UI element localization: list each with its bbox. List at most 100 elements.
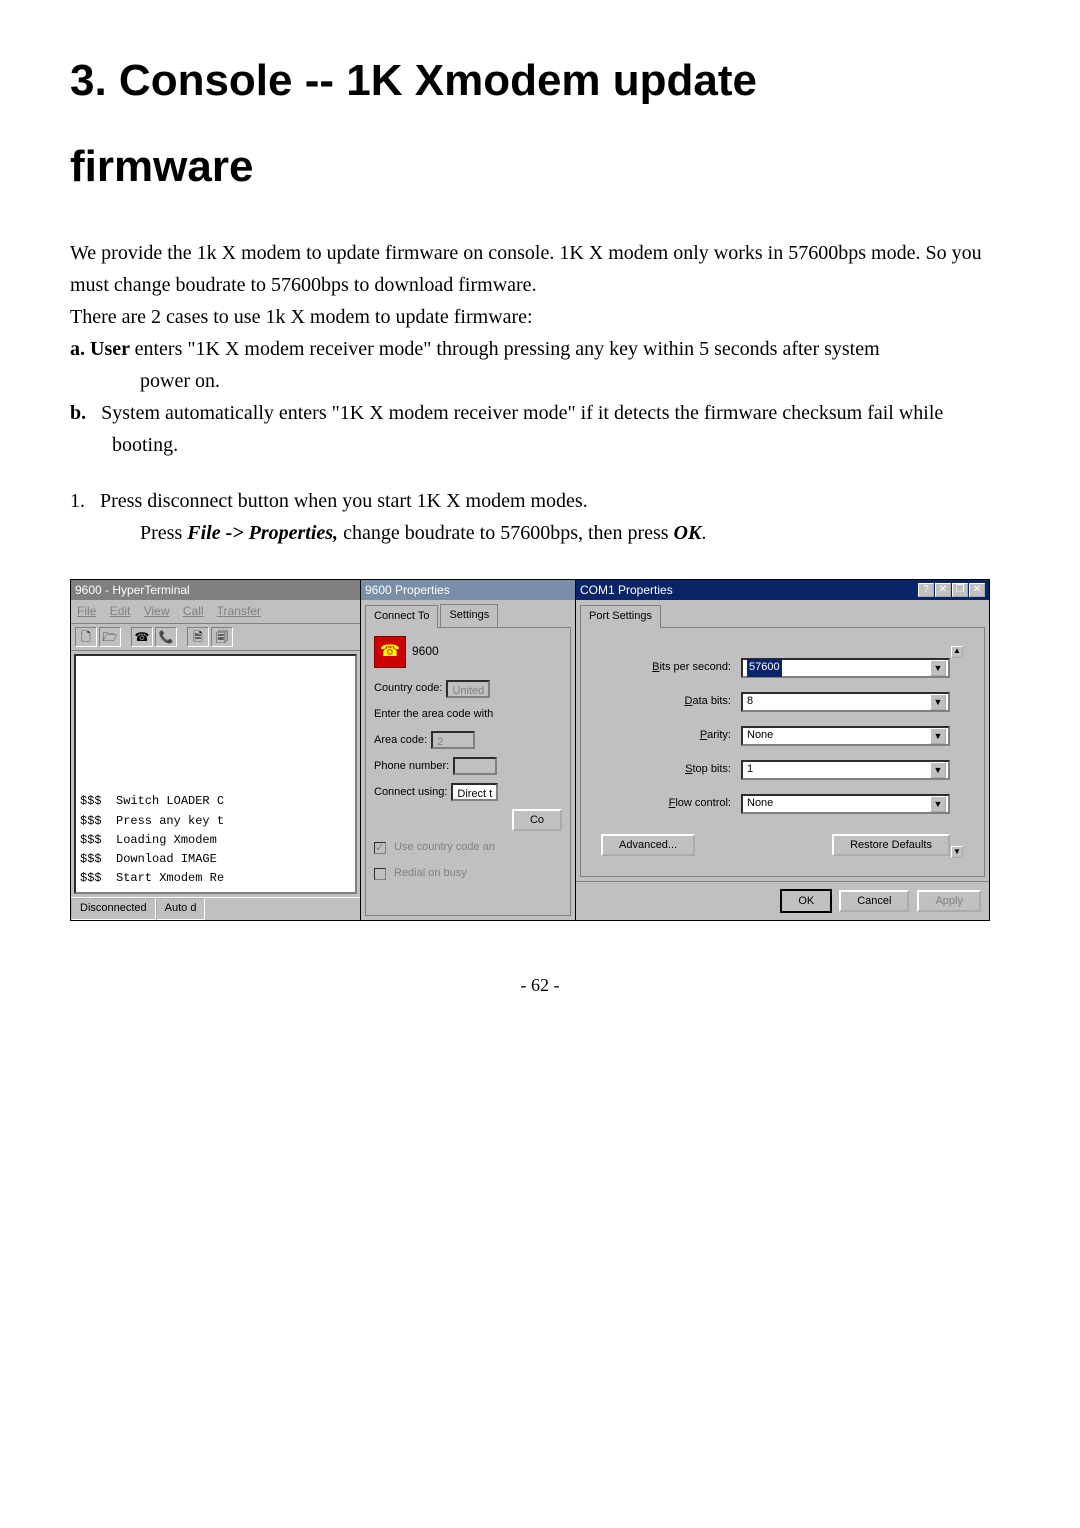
hyper-menubar[interactable]: File Edit View Call Transfer bbox=[71, 600, 360, 624]
use-country-checkbox bbox=[374, 842, 386, 854]
cancel-button[interactable]: Cancel bbox=[839, 890, 909, 912]
redial-label: Redial on busy bbox=[394, 865, 467, 883]
databits-value: 8 bbox=[747, 693, 753, 711]
bits-label: Bits per second: bbox=[601, 659, 731, 677]
title-line1: 3. Console -- 1K Xmodem update bbox=[70, 56, 757, 105]
configure-button[interactable]: Co bbox=[512, 809, 562, 831]
step-1-body: Press disconnect button when you start 1… bbox=[100, 490, 588, 512]
intro-paragraph-2: There are 2 cases to use 1k X modem to u… bbox=[70, 301, 1010, 333]
area-field: 2 bbox=[431, 731, 475, 749]
tb-disconnect[interactable]: 📞 bbox=[155, 627, 177, 647]
enter-area-text: Enter the area code with bbox=[374, 706, 493, 724]
step-1-follow-end: . bbox=[701, 522, 706, 544]
step-1-follow-post: change boudrate to 57600bps, then press bbox=[338, 522, 673, 544]
databits-select[interactable]: 8 ▼ bbox=[741, 692, 950, 712]
tb-open[interactable]: 🗁 bbox=[99, 627, 121, 647]
flow-value: None bbox=[747, 795, 773, 813]
properties-window: 9600 Properties Connect To Settings ☎ 96… bbox=[361, 580, 576, 920]
connect-using-label: Connect using: bbox=[374, 784, 447, 802]
close-icon[interactable]: ✕ bbox=[935, 583, 951, 597]
tb-new[interactable]: 🗋 bbox=[75, 627, 97, 647]
scroll-down-icon[interactable]: ▼ bbox=[951, 846, 963, 858]
step-1-follow-pre: Press bbox=[140, 522, 187, 544]
bits-select[interactable]: 57600 ▼ bbox=[741, 658, 950, 678]
step-1-follow-ok: OK bbox=[674, 522, 702, 544]
term-line-1: $$$ Press any key t bbox=[80, 812, 351, 831]
step-1-prefix: 1. bbox=[70, 490, 85, 512]
status-left: Disconnected bbox=[71, 898, 156, 920]
redial-checkbox bbox=[374, 868, 386, 880]
menu-edit[interactable]: Edit bbox=[110, 604, 131, 618]
advanced-button[interactable]: Advanced... bbox=[601, 834, 695, 856]
chevron-down-icon[interactable]: ▼ bbox=[930, 796, 946, 812]
hyper-titlebar: 9600 - HyperTerminal bbox=[71, 580, 360, 600]
scrollbar[interactable]: ▲ ▼ bbox=[950, 644, 964, 860]
area-label: Area code: bbox=[374, 732, 427, 750]
term-line-5: $$$ Start Xmodem Re bbox=[80, 869, 351, 888]
chevron-down-icon[interactable]: ▼ bbox=[930, 762, 946, 778]
hyperterminal-window: 9600 - HyperTerminal File Edit View Call… bbox=[71, 580, 361, 920]
databits-label: Data bits: bbox=[601, 693, 731, 711]
phone-label: Phone number: bbox=[374, 758, 449, 776]
connect-using-field[interactable]: Direct t bbox=[451, 783, 498, 801]
tb-receive[interactable]: 🗐 bbox=[211, 627, 233, 647]
parity-select[interactable]: None ▼ bbox=[741, 726, 950, 746]
chevron-down-icon[interactable]: ▼ bbox=[930, 728, 946, 744]
parity-label: Parity: bbox=[601, 727, 731, 745]
hyper-statusbar: Disconnected Auto d bbox=[71, 897, 360, 920]
term-line-0: $$$ Switch LOADER C bbox=[80, 792, 351, 811]
item-b-body: System automatically enters "1K X modem … bbox=[101, 402, 943, 456]
apply-button: Apply bbox=[917, 890, 981, 912]
com-titlebar: COM1 Properties ? ✕ ❐ ✕ bbox=[576, 580, 989, 600]
scroll-up-icon[interactable]: ▲ bbox=[951, 646, 963, 658]
restore-defaults-button[interactable]: Restore Defaults bbox=[832, 834, 950, 856]
tab-settings[interactable]: Settings bbox=[440, 604, 498, 627]
term-line-4: $$$ Download IMAGE bbox=[80, 850, 351, 869]
menu-view[interactable]: View bbox=[144, 604, 170, 618]
ok-button[interactable]: OK bbox=[781, 890, 831, 912]
tb-send[interactable]: 🗎 bbox=[187, 627, 209, 647]
term-line-2: $$$ Loading Xmodem bbox=[80, 831, 351, 850]
stopbits-label: Stop bits: bbox=[601, 761, 731, 779]
intro-paragraph-1: We provide the 1k X modem to update firm… bbox=[70, 237, 1010, 301]
stopbits-value: 1 bbox=[747, 761, 753, 779]
flow-select[interactable]: None ▼ bbox=[741, 794, 950, 814]
stopbits-select[interactable]: 1 ▼ bbox=[741, 760, 950, 780]
restore-icon[interactable]: ❐ bbox=[952, 583, 968, 597]
country-field: United bbox=[446, 680, 490, 698]
flow-label: Flow control: bbox=[601, 795, 731, 813]
com1-properties-window: COM1 Properties ? ✕ ❐ ✕ Port Settings Bi… bbox=[576, 580, 989, 920]
hyper-toolbar: 🗋 🗁 ☎ 📞 🗎 🗐 bbox=[71, 624, 360, 651]
chevron-down-icon[interactable]: ▼ bbox=[930, 660, 946, 676]
step-1-follow-em: File -> Properties, bbox=[187, 522, 338, 544]
hyper-title-text: 9600 - HyperTerminal bbox=[75, 581, 190, 600]
tb-call[interactable]: ☎ bbox=[131, 627, 153, 647]
parity-value: None bbox=[747, 727, 773, 745]
item-b-prefix: b. bbox=[70, 402, 86, 424]
use-country-label: Use country code an bbox=[394, 839, 495, 857]
country-label: Country code: bbox=[374, 680, 442, 698]
com-title-text: COM1 Properties bbox=[580, 581, 673, 600]
props-titlebar: 9600 Properties bbox=[361, 580, 575, 600]
props-title-text: 9600 Properties bbox=[365, 581, 450, 600]
chevron-down-icon[interactable]: ▼ bbox=[930, 694, 946, 710]
connection-icon: ☎ bbox=[374, 636, 406, 668]
terminal-area: $$$ Switch LOADER C $$$ Press any key t … bbox=[74, 654, 357, 894]
phone-field bbox=[453, 757, 497, 775]
help-icon[interactable]: ? bbox=[918, 583, 934, 597]
screenshot: 9600 - HyperTerminal File Edit View Call… bbox=[70, 579, 990, 921]
title-line2: firmware bbox=[70, 136, 1010, 198]
item-a-body: enters "1K X modem receiver mode" throug… bbox=[135, 338, 880, 360]
menu-file[interactable]: File bbox=[77, 604, 96, 618]
connection-name: 9600 bbox=[412, 642, 439, 661]
bits-value: 57600 bbox=[747, 659, 782, 677]
menu-transfer[interactable]: Transfer bbox=[217, 604, 261, 618]
status-right: Auto d bbox=[156, 898, 206, 920]
tab-connect-to[interactable]: Connect To bbox=[365, 605, 438, 628]
tab-port-settings[interactable]: Port Settings bbox=[580, 605, 661, 628]
close2-icon[interactable]: ✕ bbox=[969, 583, 985, 597]
menu-call[interactable]: Call bbox=[183, 604, 204, 618]
item-a-tail: power on. bbox=[70, 365, 1010, 397]
item-a-prefix: a. User bbox=[70, 338, 135, 360]
page-number: - 62 - bbox=[70, 971, 1010, 1000]
